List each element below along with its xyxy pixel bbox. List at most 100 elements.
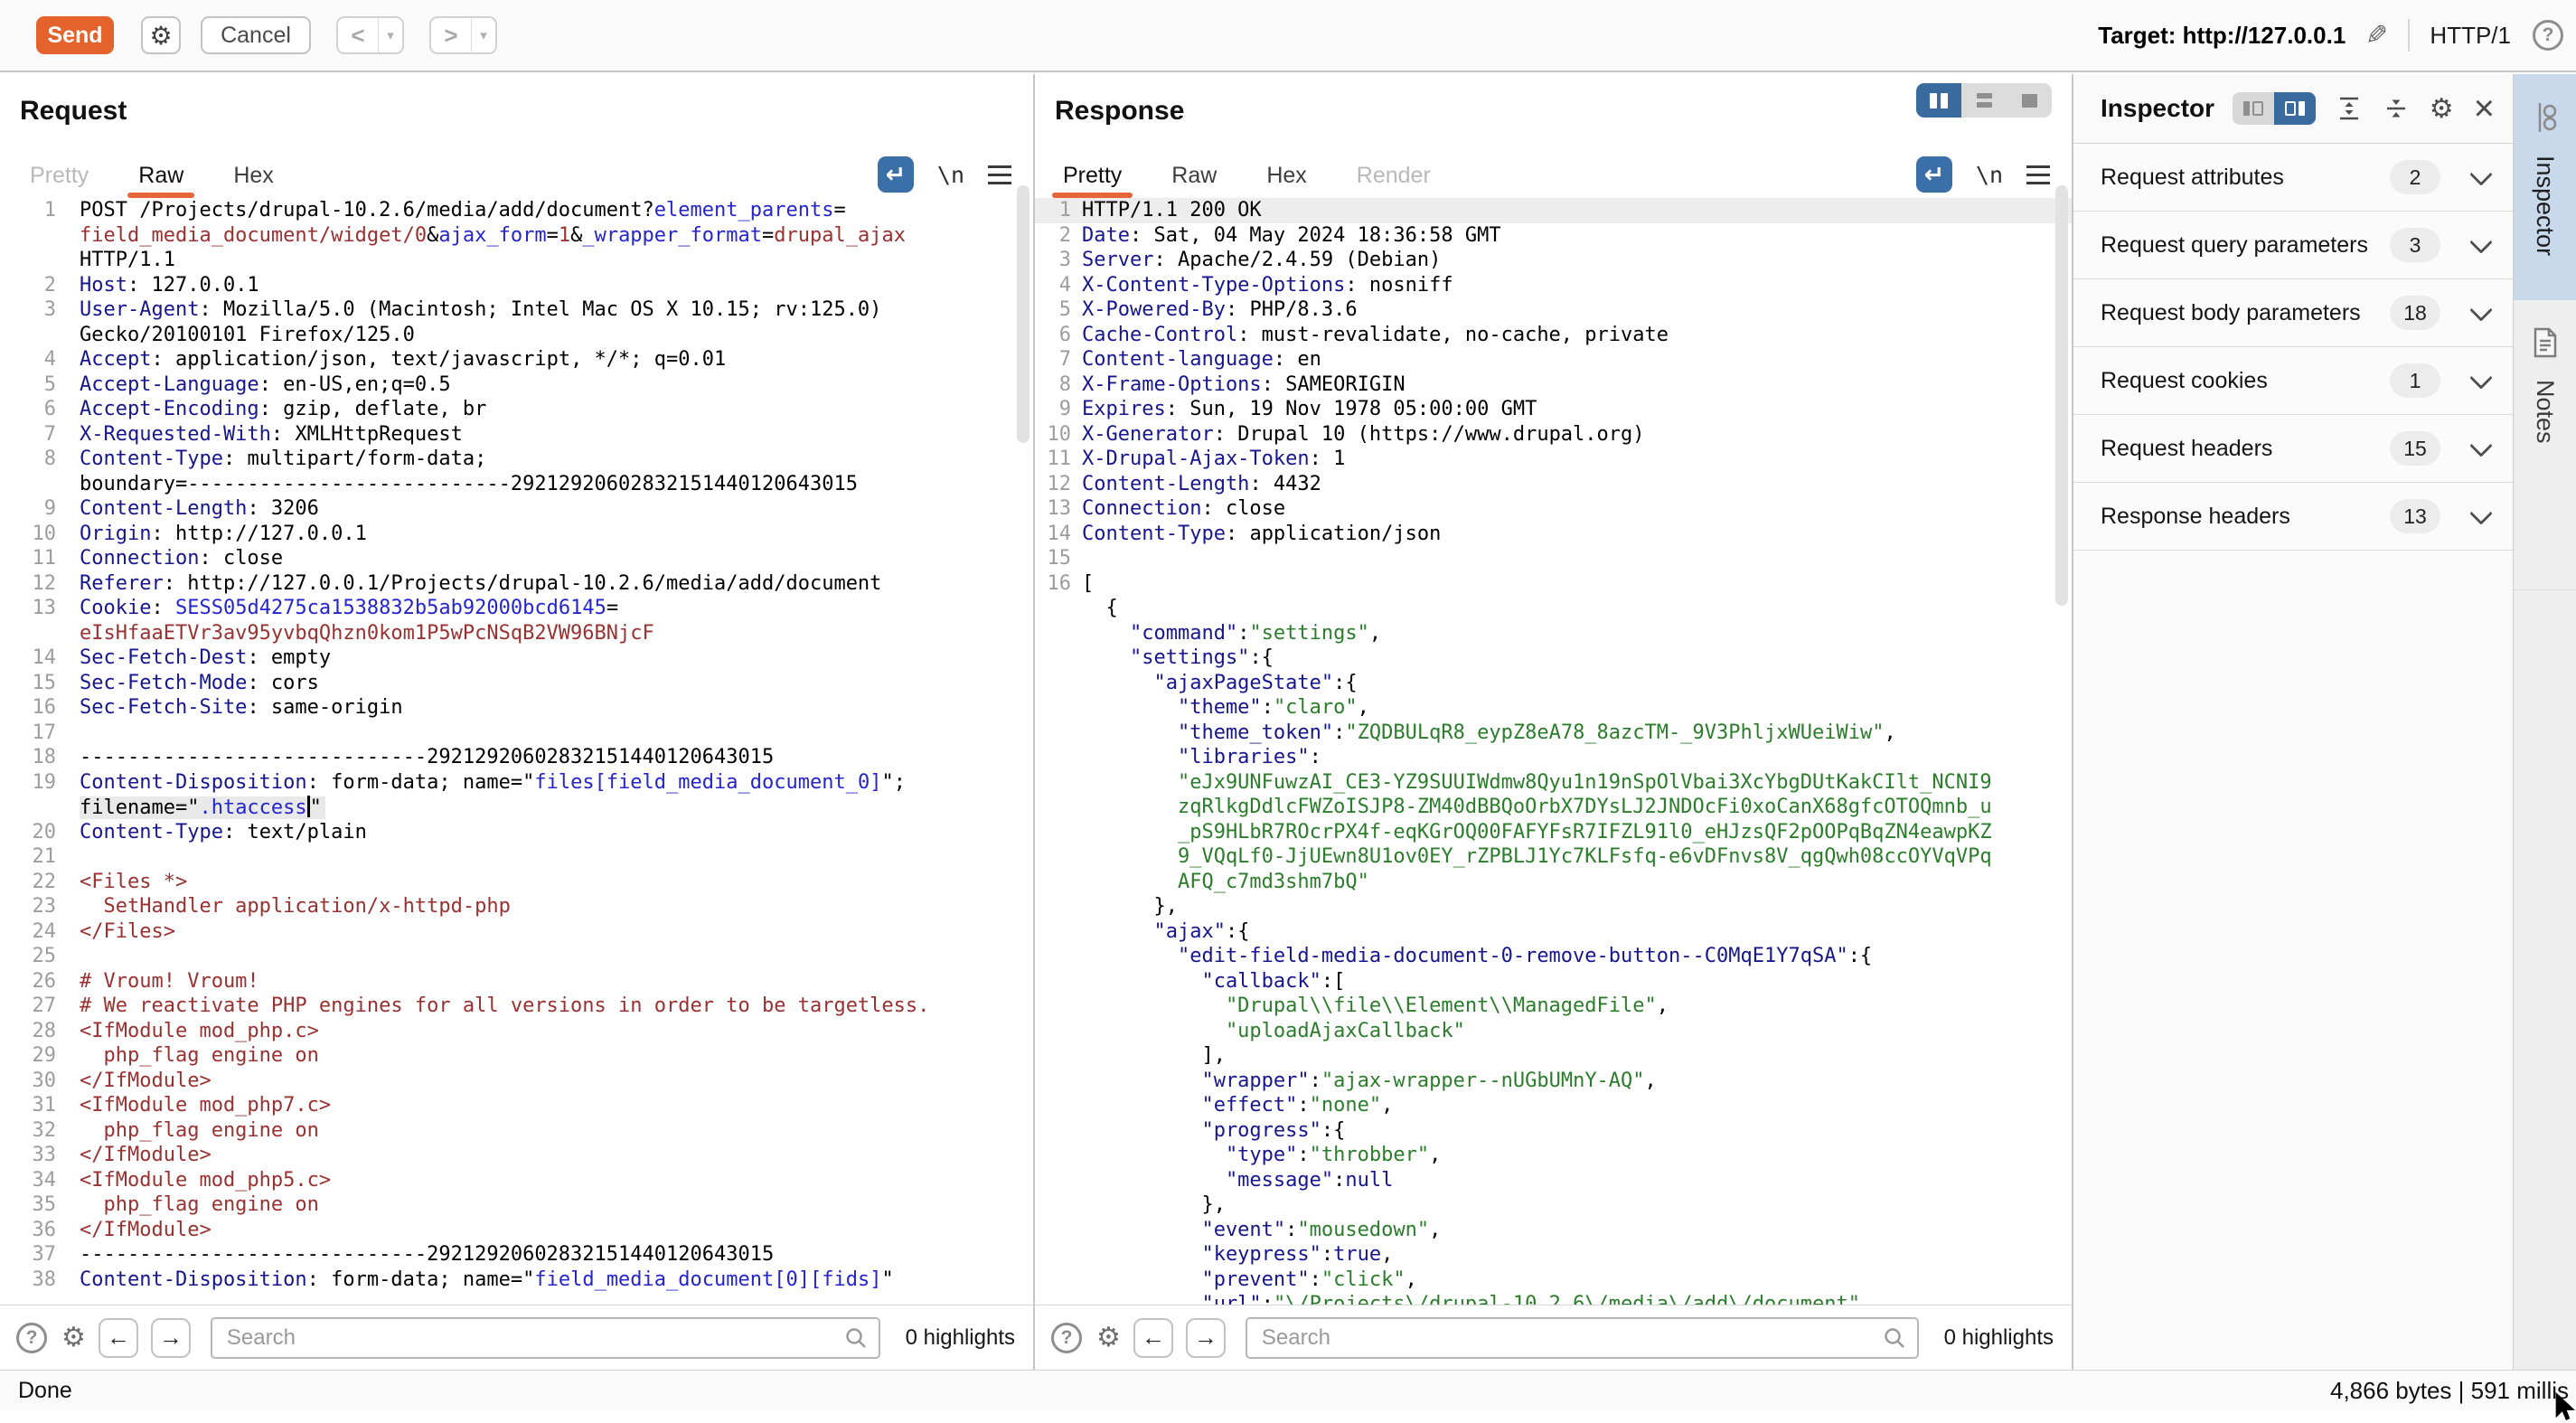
prev-match-button[interactable]: ← [1133, 1318, 1173, 1358]
code-line[interactable]: 23 SetHandler application/x-httpd-php [0, 894, 1033, 919]
code-line[interactable]: ], [1035, 1043, 2072, 1069]
code-line[interactable]: 33</IfModule> [0, 1143, 1033, 1168]
code-line[interactable]: 15 [1035, 546, 2072, 571]
code-line[interactable]: 11X-Drupal-Ajax-Token: 1 [1035, 447, 2072, 472]
code-line[interactable]: "keypress":true, [1035, 1242, 2072, 1268]
code-line[interactable]: 9_VQqLf0-JjUEwn8U1ov0EY_rZPBLJ1Yc7KLFsfq… [1035, 844, 2072, 870]
code-line[interactable]: 26# Vroum! Vroum! [0, 969, 1033, 994]
code-line[interactable]: 2Host: 127.0.0.1 [0, 273, 1033, 298]
code-line[interactable]: 8X-Frame-Options: SAMEORIGIN [1035, 372, 2072, 398]
dock-right-button[interactable] [2274, 92, 2316, 125]
code-line[interactable]: "callback":[ [1035, 969, 2072, 994]
editor-menu-icon[interactable] [988, 165, 1011, 184]
search-help-icon[interactable]: ? [1051, 1323, 1082, 1353]
code-line[interactable]: 27# We reactivate PHP engines for all ve… [0, 994, 1033, 1019]
code-line[interactable]: 11Connection: close [0, 546, 1033, 571]
code-line[interactable]: "edit-field-media-document-0-remove-butt… [1035, 944, 2072, 969]
code-line[interactable]: 5X-Powered-By: PHP/8.3.6 [1035, 297, 2072, 323]
sidebar-tab-notes[interactable]: Notes [2514, 300, 2576, 590]
request-tab-hex[interactable]: Hex [233, 153, 273, 198]
inspector-settings-icon[interactable]: ⚙ [2430, 93, 2454, 125]
code-line[interactable]: Gecko/20100101 Firefox/125.0 [0, 323, 1033, 348]
show-newlines-toggle[interactable]: \n [937, 162, 964, 188]
editor-menu-icon[interactable] [2026, 165, 2050, 184]
code-line[interactable]: "libraries": [1035, 745, 2072, 770]
code-line[interactable]: 30</IfModule> [0, 1069, 1033, 1094]
code-line[interactable]: 12Content-Length: 4432 [1035, 472, 2072, 497]
code-line[interactable]: "type":"throbber", [1035, 1143, 2072, 1168]
code-line[interactable]: "ajaxPageState":{ [1035, 671, 2072, 696]
edit-target-icon[interactable]: ✎ [2365, 20, 2388, 52]
code-line[interactable]: "message":null [1035, 1168, 2072, 1193]
code-line[interactable]: "prevent":"click", [1035, 1268, 2072, 1293]
back-arrow-icon[interactable]: < [338, 18, 378, 52]
search-settings-icon[interactable]: ⚙ [1096, 1322, 1121, 1353]
help-icon[interactable]: ? [2533, 20, 2563, 51]
next-request-button[interactable]: > ▾ [429, 16, 497, 54]
send-settings-button[interactable]: ⚙ [141, 16, 181, 54]
code-line[interactable]: 16[ [1035, 571, 2072, 597]
response-editor[interactable]: 1HTTP/1.1 200 OK2Date: Sat, 04 May 2024 … [1035, 198, 2072, 1305]
code-line[interactable]: boundary=---------------------------2921… [0, 472, 1033, 497]
request-tab-pretty[interactable]: Pretty [30, 153, 89, 198]
code-line[interactable]: 4X-Content-Type-Options: nosniff [1035, 273, 2072, 298]
code-line[interactable]: 7X-Requested-With: XMLHttpRequest [0, 422, 1033, 448]
layout-columns-button[interactable] [1916, 83, 1961, 118]
prev-request-button[interactable]: < ▾ [336, 16, 404, 54]
code-line[interactable]: 6Cache-Control: must-revalidate, no-cach… [1035, 323, 2072, 348]
code-line[interactable]: 21 [0, 844, 1033, 870]
code-line[interactable]: "Drupal\\file\\Element\\ManagedFile", [1035, 994, 2072, 1019]
code-line[interactable]: 2Date: Sat, 04 May 2024 18:36:58 GMT [1035, 223, 2072, 249]
layout-rows-button[interactable] [1961, 83, 2007, 118]
prev-match-button[interactable]: ← [99, 1318, 138, 1358]
code-line[interactable]: 36</IfModule> [0, 1218, 1033, 1243]
search-help-icon[interactable]: ? [16, 1323, 47, 1353]
code-line[interactable]: 4Accept: application/json, text/javascri… [0, 347, 1033, 372]
code-line[interactable]: 12Referer: http://127.0.0.1/Projects/dru… [0, 571, 1033, 597]
code-line[interactable]: _pS9HLbR7ROcrPX4f-eqKGrOQ00FAFYFsR7IFZL9… [1035, 820, 2072, 845]
code-line[interactable]: 16Sec-Fetch-Site: same-origin [0, 695, 1033, 721]
code-line[interactable]: zqRlkgDdlcFWZoISJP8-ZM40dBBQoOrbX7DYsLJ2… [1035, 795, 2072, 820]
inspector-section-request-attributes[interactable]: Request attributes2 [2073, 144, 2513, 212]
response-tab-hex[interactable]: Hex [1266, 153, 1306, 198]
dock-left-button[interactable] [2233, 92, 2274, 125]
code-line[interactable]: 32 php_flag engine on [0, 1118, 1033, 1144]
code-line[interactable]: "theme_token":"ZQDBULqR8_eypZ8eA78_8azcT… [1035, 721, 2072, 746]
code-line[interactable]: 25 [0, 944, 1033, 969]
send-button[interactable]: Send [36, 16, 114, 54]
code-line[interactable]: 22<Files *> [0, 870, 1033, 895]
response-tab-raw[interactable]: Raw [1171, 153, 1217, 198]
cancel-button[interactable]: Cancel [201, 16, 311, 54]
request-editor[interactable]: 1POST /Projects/drupal-10.2.6/media/add/… [0, 198, 1033, 1305]
code-line[interactable]: 14Content-Type: application/json [1035, 522, 2072, 547]
response-tab-pretty[interactable]: Pretty [1063, 153, 1122, 198]
code-line[interactable]: "command":"settings", [1035, 621, 2072, 646]
code-line[interactable]: 13Cookie: SESS05d4275ca1538832b5ab92000b… [0, 596, 1033, 621]
code-line[interactable]: 7Content-language: en [1035, 347, 2072, 372]
inspector-close-icon[interactable]: × [2474, 95, 2495, 122]
code-line[interactable]: "url":"\/Projects\/drupal-10.2.6\/media\… [1035, 1292, 2072, 1305]
code-line[interactable]: 14Sec-Fetch-Dest: empty [0, 646, 1033, 671]
code-line[interactable]: 3User-Agent: Mozilla/5.0 (Macintosh; Int… [0, 297, 1033, 323]
forward-arrow-icon[interactable]: > [431, 18, 471, 52]
next-match-button[interactable]: → [1186, 1318, 1226, 1358]
code-line[interactable]: 9Content-Length: 3206 [0, 496, 1033, 522]
code-line[interactable]: field_media_document/widget/0&ajax_form=… [0, 223, 1033, 249]
code-line[interactable]: HTTP/1.1 [0, 248, 1033, 273]
inspector-section-response-headers[interactable]: Response headers13 [2073, 483, 2513, 551]
code-line[interactable]: 24</Files> [0, 919, 1033, 945]
code-line[interactable]: 1HTTP/1.1 200 OK [1035, 198, 2072, 223]
code-line[interactable]: "theme":"claro", [1035, 695, 2072, 721]
code-line[interactable]: "wrapper":"ajax-wrapper--nUGbUMnY-AQ", [1035, 1069, 2072, 1094]
code-line[interactable]: 17 [0, 721, 1033, 746]
code-line[interactable]: "ajax":{ [1035, 919, 2072, 945]
code-line[interactable]: "uploadAjaxCallback" [1035, 1019, 2072, 1044]
word-wrap-toggle-button[interactable]: ↵ [878, 156, 914, 193]
search-settings-icon[interactable]: ⚙ [61, 1322, 86, 1353]
code-line[interactable]: AFQ_c7md3shm7bQ" [1035, 870, 2072, 895]
code-line[interactable]: 6Accept-Encoding: gzip, deflate, br [0, 397, 1033, 422]
code-line[interactable]: 3Server: Apache/2.4.59 (Debian) [1035, 248, 2072, 273]
code-line[interactable]: 20Content-Type: text/plain [0, 820, 1033, 845]
next-match-button[interactable]: → [151, 1318, 191, 1358]
collapse-all-icon[interactable] [2383, 95, 2410, 122]
